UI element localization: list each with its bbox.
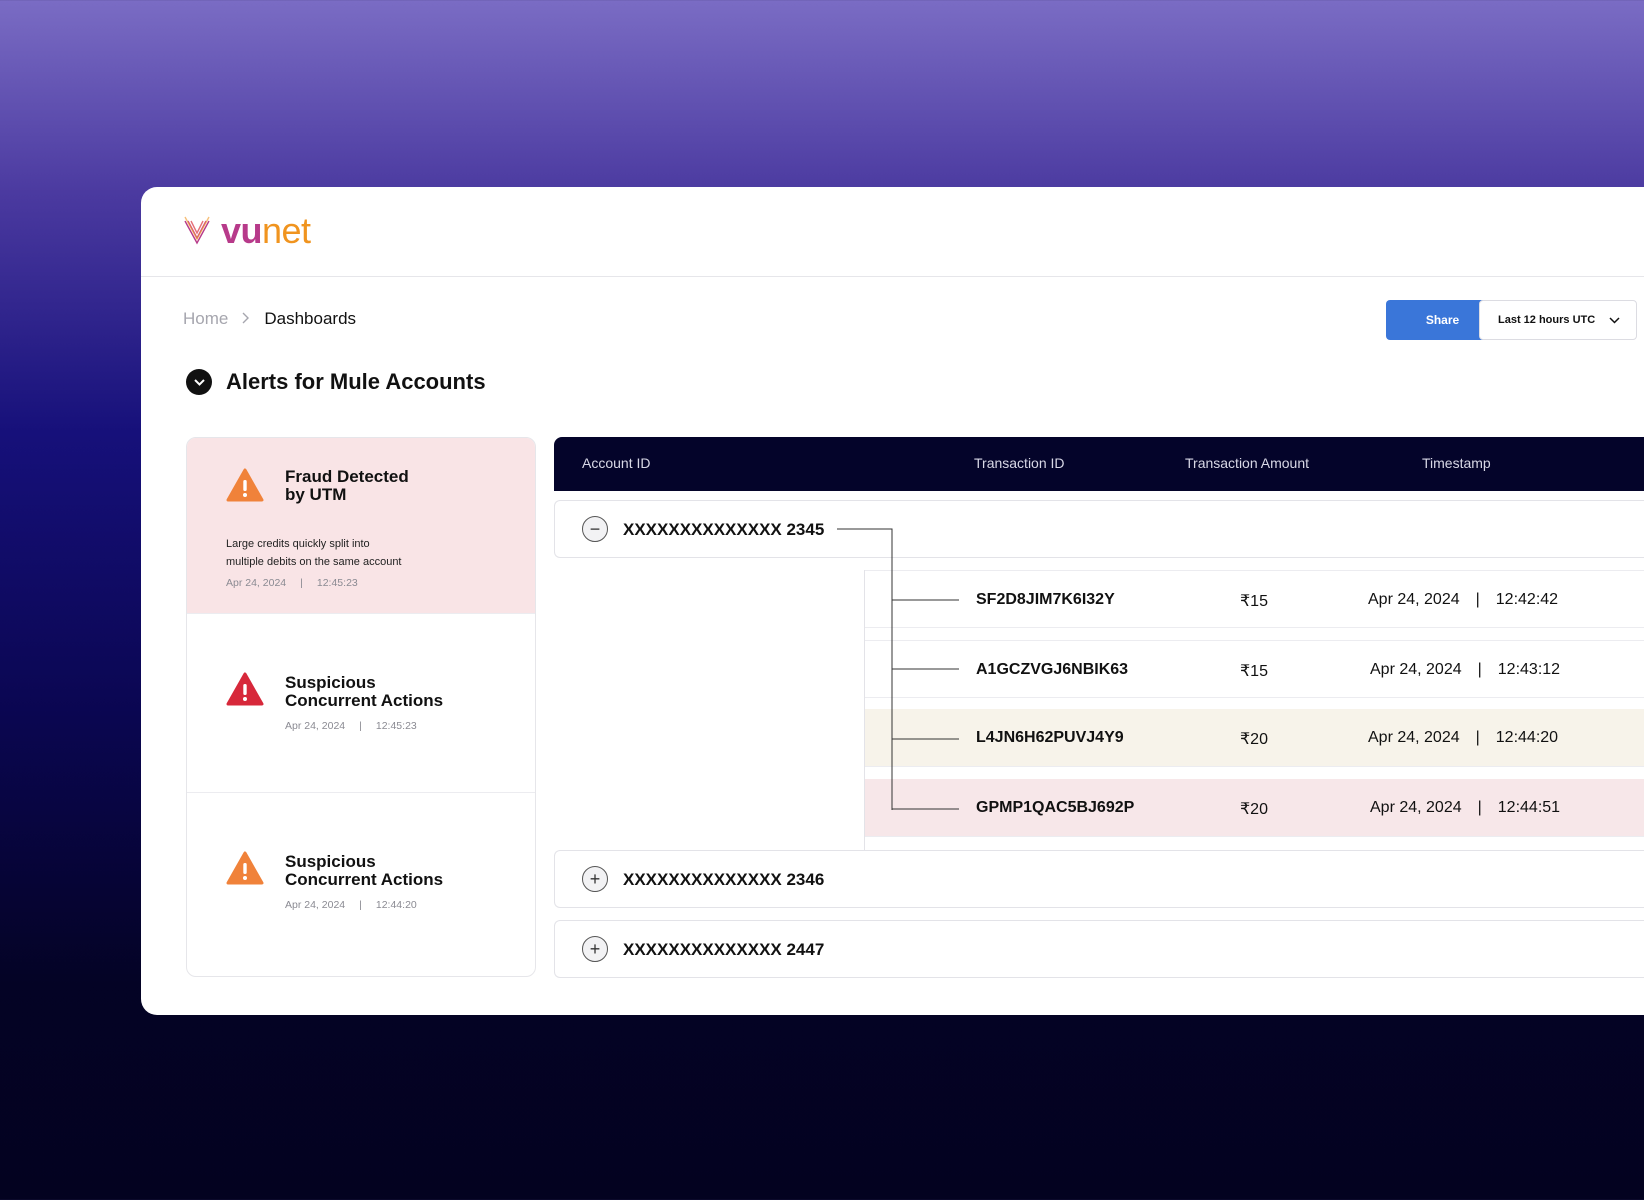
- column-header-account-id[interactable]: Account ID: [582, 455, 650, 471]
- transaction-amount: ₹20: [1240, 731, 1268, 748]
- transactions-table: Account ID Transaction ID Transaction Am…: [554, 437, 1644, 997]
- transaction-timestamp: Apr 24, 2024 | 12:44:51: [1370, 799, 1561, 816]
- chevron-right-icon: [242, 311, 250, 327]
- account-id: XXXXXXXXXXXXXX 2346: [623, 870, 825, 889]
- time-range-select[interactable]: Last 12 hours UTC: [1479, 300, 1637, 340]
- column-header-timestamp[interactable]: Timestamp: [1422, 455, 1491, 471]
- expand-plus-icon[interactable]: +: [582, 936, 608, 962]
- table-row[interactable]: GPMP1QAC5BJ692P ₹20 Apr 24, 2024 | 12:44:5…: [865, 779, 1644, 837]
- warning-icon: [226, 468, 264, 502]
- top-bar: vunet: [141, 187, 1644, 277]
- warning-icon: [226, 851, 264, 885]
- alert-description: Large credits quickly split into multiple…: [226, 538, 402, 568]
- column-header-transaction-amount[interactable]: Transaction Amount: [1185, 455, 1309, 471]
- account-id: XXXXXXXXXXXXXX 2345: [623, 520, 825, 539]
- alert-timestamp: Apr 24, 2024 | 12:45:23: [285, 720, 417, 732]
- alert-title: Suspicious Concurrent Actions: [285, 852, 444, 889]
- alert-title: Fraud Detected by UTM: [285, 467, 409, 504]
- table-row[interactable]: A1GCZVGJ6NBIK63 ₹15 Apr 24, 2024 | 12:43:1…: [865, 640, 1644, 698]
- chevron-down-icon: [1609, 316, 1620, 324]
- transaction-amount: ₹20: [1240, 801, 1268, 818]
- account-row[interactable]: + XXXXXXXXXXXXXX 2447: [554, 920, 1644, 978]
- account-id: XXXXXXXXXXXXXX 2447: [623, 940, 825, 959]
- alert-card[interactable]: Suspicious Concurrent Actions Apr 24, 202…: [187, 614, 535, 793]
- alert-card[interactable]: Fraud Detected by UTM Large credits quick…: [187, 438, 535, 614]
- alert-timestamp: Apr 24, 2024 | 12:44:20: [285, 899, 417, 911]
- transaction-amount: ₹15: [1240, 663, 1268, 680]
- expand-plus-icon[interactable]: +: [582, 866, 608, 892]
- alert-title: Suspicious Concurrent Actions: [285, 673, 444, 710]
- table-header: Account ID Transaction ID Transaction Am…: [554, 437, 1644, 491]
- brand-name: vunet: [221, 210, 311, 251]
- alert-timestamp: Apr 24, 2024 | 12:45:23: [226, 577, 358, 589]
- transaction-id: L4JN6H62PUVJ4Y9: [976, 729, 1124, 746]
- transaction-id: GPMP1QAC5BJ692P: [976, 799, 1135, 816]
- vunet-logo-icon: [184, 216, 210, 245]
- account-row[interactable]: − XXXXXXXXXXXXXX 2345: [554, 500, 1644, 558]
- transaction-list: SF2D8JIM7K6I32Y ₹15 Apr 24, 2024 | 12:42:4…: [864, 570, 1644, 850]
- breadcrumb-current: Dashboards: [264, 309, 357, 328]
- section-header: Alerts for Mule Accounts: [186, 369, 486, 395]
- transaction-id: A1GCZVGJ6NBIK63: [976, 661, 1129, 678]
- alerts-panel: Fraud Detected by UTM Large credits quick…: [186, 437, 536, 977]
- chevron-down-icon: [193, 378, 205, 386]
- table-row[interactable]: SF2D8JIM7K6I32Y ₹15 Apr 24, 2024 | 12:42:4…: [865, 570, 1644, 628]
- transaction-timestamp: Apr 24, 2024 | 12:44:20: [1368, 729, 1559, 746]
- vunet-logo[interactable]: vunet: [183, 213, 311, 249]
- table-row[interactable]: L4JN6H62PUVJ4Y9 ₹20 Apr 24, 2024 | 12:44:2…: [865, 709, 1644, 767]
- transaction-timestamp: Apr 24, 2024 | 12:42:42: [1368, 591, 1559, 608]
- collapse-minus-icon[interactable]: −: [582, 516, 608, 542]
- section-title: Alerts for Mule Accounts: [226, 369, 486, 394]
- critical-warning-icon: [226, 672, 264, 706]
- breadcrumb-home[interactable]: Home: [183, 309, 228, 329]
- time-range-value: Last 12 hours UTC: [1498, 314, 1596, 326]
- transaction-id: SF2D8JIM7K6I32Y: [976, 591, 1115, 608]
- breadcrumb: Home Dashboards: [183, 309, 356, 329]
- transaction-amount: ₹15: [1240, 593, 1268, 610]
- alert-card[interactable]: Suspicious Concurrent Actions Apr 24, 202…: [187, 793, 535, 976]
- column-header-transaction-id[interactable]: Transaction ID: [974, 455, 1065, 471]
- account-row[interactable]: + XXXXXXXXXXXXXX 2346: [554, 850, 1644, 908]
- transaction-timestamp: Apr 24, 2024 | 12:43:12: [1370, 661, 1561, 678]
- dashboard-window: vunet Home Dashboards Share Last 12 hour…: [141, 187, 1644, 1015]
- collapse-toggle[interactable]: [186, 369, 212, 395]
